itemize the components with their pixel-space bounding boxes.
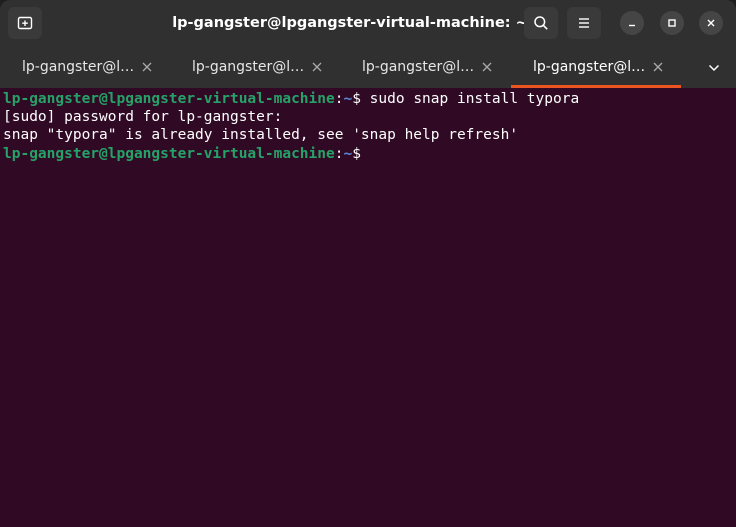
tab-close-button[interactable] [140, 60, 154, 74]
close-icon [142, 62, 152, 72]
minimize-icon [629, 24, 635, 27]
terminal-window: lp-gangster@lpgangster-virtual-machine: … [0, 0, 736, 527]
prompt-symbol: $ [352, 146, 361, 162]
search-icon [534, 16, 548, 30]
tab-close-button[interactable] [310, 60, 324, 74]
output-line: [sudo] password for lp-gangster: [3, 109, 283, 125]
maximize-button[interactable] [660, 11, 684, 35]
tabs-overview-button[interactable] [700, 59, 728, 77]
tab-4-active[interactable]: lp-gangster@l… [511, 46, 681, 88]
tab-label: lp-gangster@l… [362, 59, 474, 75]
prompt-symbol: $ [352, 91, 361, 107]
close-icon [482, 62, 492, 72]
minimize-button[interactable] [620, 11, 644, 35]
close-icon [312, 62, 322, 72]
tab-1[interactable]: lp-gangster@l… [0, 46, 170, 88]
command-line: lp-gangster@lpgangster-virtual-machine:~… [3, 90, 736, 108]
maximize-icon [668, 19, 676, 27]
prompt-path: ~ [343, 146, 353, 162]
prompt-user-host: lp-gangster@lpgangster-virtual-machine [3, 146, 335, 162]
command-text: sudo snap install typora [360, 91, 580, 107]
tab-bar: lp-gangster@l… lp-gangster@l… lp-gangste… [0, 46, 736, 88]
search-button[interactable] [524, 7, 558, 39]
tab-3[interactable]: lp-gangster@l… [340, 46, 510, 88]
tab-label: lp-gangster@l… [192, 59, 304, 75]
active-prompt-line: lp-gangster@lpgangster-virtual-machine:~… [3, 144, 736, 162]
tab-label: lp-gangster@l… [22, 59, 134, 75]
tab-close-button[interactable] [651, 60, 665, 74]
terminal-output[interactable]: lp-gangster@lpgangster-virtual-machine:~… [0, 88, 736, 527]
hamburger-menu-icon [579, 18, 589, 28]
close-icon [707, 19, 715, 27]
close-button[interactable] [699, 11, 723, 35]
new-tab-button[interactable] [8, 7, 42, 39]
chevron-down-icon [708, 64, 720, 72]
tab-2[interactable]: lp-gangster@l… [170, 46, 340, 88]
prompt-user-host: lp-gangster@lpgangster-virtual-machine [3, 91, 335, 107]
main-menu-button[interactable] [567, 7, 601, 39]
window-title: lp-gangster@lpgangster-virtual-machine: … [172, 15, 528, 31]
text-cursor [361, 144, 370, 161]
tab-close-button[interactable] [480, 60, 494, 74]
prompt-path: ~ [343, 91, 353, 107]
new-tab-icon [17, 16, 33, 30]
close-icon [653, 62, 663, 72]
tab-label: lp-gangster@l… [533, 59, 645, 75]
output-line: snap "typora" is already installed, see … [3, 127, 519, 143]
header-bar: lp-gangster@lpgangster-virtual-machine: … [0, 0, 736, 46]
